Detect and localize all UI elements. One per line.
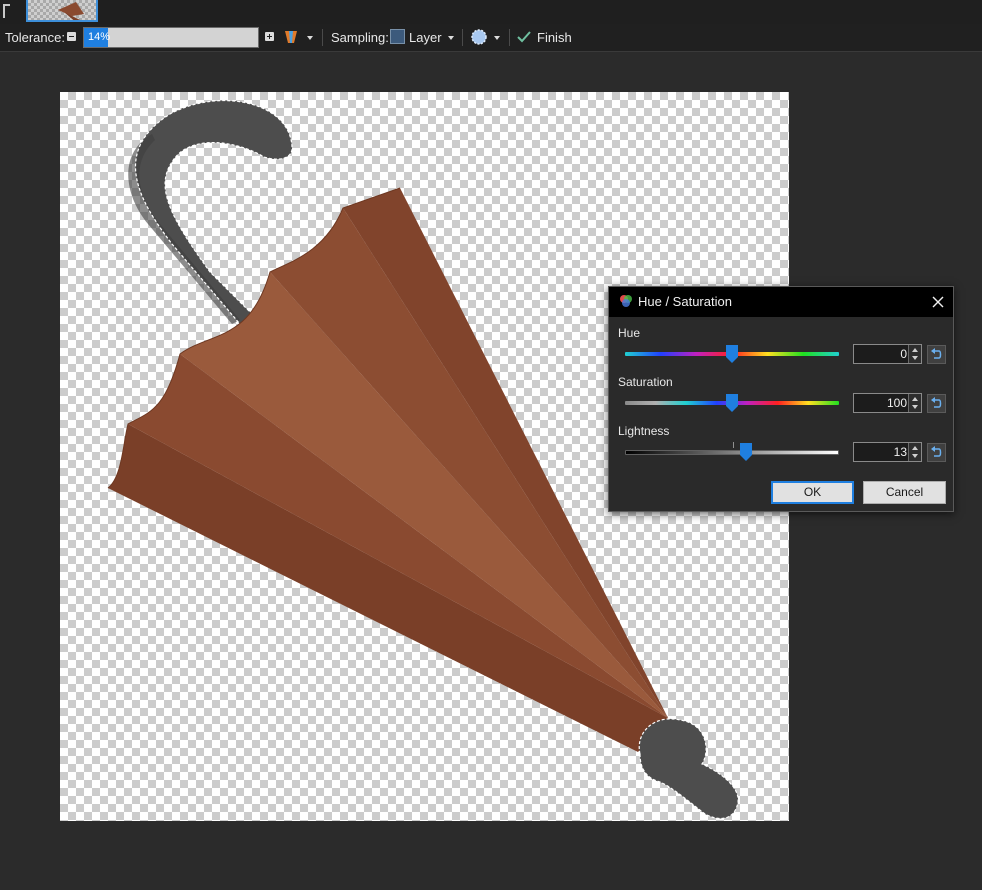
sampling-dropdown-icon[interactable] [448, 36, 454, 40]
tolerance-increase-button[interactable] [265, 32, 274, 41]
toolbar-divider [322, 29, 323, 46]
tolerance-label: Tolerance: [5, 30, 65, 45]
lightness-reset-button[interactable] [927, 443, 946, 462]
antialias-icon[interactable] [470, 28, 488, 46]
toolbar-divider [462, 29, 463, 46]
antialias-dropdown-icon[interactable] [494, 36, 500, 40]
image-tab-strip [0, 0, 982, 24]
hue-saturation-icon [620, 295, 632, 307]
tolerance-slider[interactable]: 14% [83, 27, 259, 48]
reset-icon [931, 397, 942, 408]
lightness-slider-thumb[interactable] [740, 443, 752, 461]
image-thumbnail[interactable] [26, 0, 98, 22]
saturation-reset-button[interactable] [927, 394, 946, 413]
dialog-titlebar[interactable]: Hue / Saturation [609, 287, 953, 317]
hue-label: Hue [618, 326, 641, 340]
saturation-spinner[interactable] [908, 394, 921, 412]
finish-button[interactable]: Finish [537, 24, 572, 51]
sampling-mode-value[interactable]: Layer [409, 24, 442, 51]
reset-icon [931, 348, 942, 359]
fill-mode-dropdown-icon[interactable] [307, 36, 313, 40]
hue-saturation-dialog: Hue / Saturation Hue 0 Saturation 100 Li… [608, 286, 954, 512]
cancel-button[interactable]: Cancel [863, 481, 946, 504]
reset-icon [931, 446, 942, 457]
layer-swatch-icon[interactable] [390, 29, 405, 44]
previous-image-thumbnail[interactable] [0, 0, 14, 18]
saturation-value-input[interactable]: 100 [853, 393, 922, 413]
saturation-slider-thumb[interactable] [726, 394, 738, 412]
hue-value-input[interactable]: 0 [853, 344, 922, 364]
thumbnail-umbrella-preview [58, 2, 84, 20]
sampling-label: Sampling: [331, 30, 389, 45]
lightness-spinner[interactable] [908, 443, 921, 461]
close-icon[interactable] [928, 292, 948, 312]
tool-options-bar: Tolerance: 14% Sampling: Layer Finish [0, 24, 982, 52]
dialog-title: Hue / Saturation [638, 294, 732, 309]
hue-value: 0 [900, 347, 907, 361]
ok-button[interactable]: OK [771, 481, 854, 504]
lightness-slider[interactable] [625, 450, 839, 455]
tolerance-value: 14% [88, 31, 111, 43]
lightness-value-input[interactable]: 13 [853, 442, 922, 462]
fill-mode-icon[interactable] [284, 29, 298, 45]
saturation-label: Saturation [618, 375, 673, 389]
hue-reset-button[interactable] [927, 345, 946, 364]
tolerance-decrease-button[interactable] [67, 32, 76, 41]
hue-spinner[interactable] [908, 345, 921, 363]
lightness-label: Lightness [618, 424, 670, 438]
hue-slider-thumb[interactable] [726, 345, 738, 363]
lightness-center-tick [733, 442, 734, 448]
umbrella-tip [639, 718, 739, 819]
lightness-value: 13 [893, 445, 907, 459]
toolbar-divider [509, 29, 510, 46]
checkmark-icon[interactable] [517, 31, 531, 43]
saturation-value: 100 [886, 396, 907, 410]
